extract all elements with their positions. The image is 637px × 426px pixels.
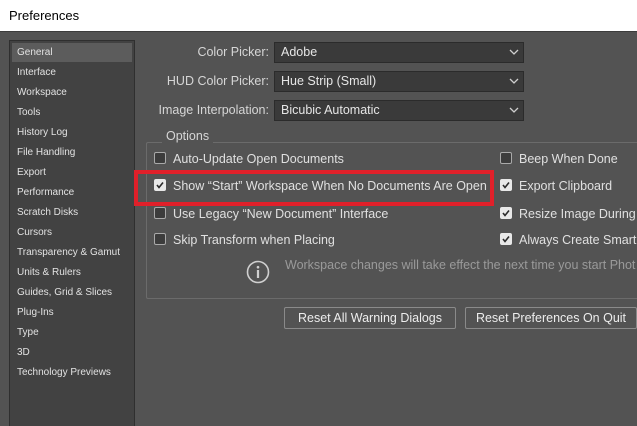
window-title: Preferences (9, 8, 80, 23)
checkbox-box (154, 233, 166, 245)
sidebar-item-history-log[interactable]: History Log (12, 123, 132, 142)
image-interpolation-label: Image Interpolation: (158, 103, 270, 117)
color-picker-value: Adobe (281, 45, 318, 59)
checkbox-box-checked (500, 207, 512, 219)
chevron-down-icon (509, 107, 519, 113)
color-picker-select[interactable]: Adobe (274, 42, 524, 63)
sidebar-item-cursors[interactable]: Cursors (12, 223, 132, 242)
sidebar-item-export[interactable]: Export (12, 163, 132, 182)
checkbox-label: Export Clipboard (519, 179, 613, 193)
hud-color-picker-value: Hue Strip (Small) (281, 74, 377, 88)
sidebar-item-tools[interactable]: Tools (12, 103, 132, 122)
sidebar-item-workspace[interactable]: Workspace (12, 83, 132, 102)
sidebar-item-interface[interactable]: Interface (12, 63, 132, 82)
chevron-down-icon (509, 49, 519, 55)
checkbox-box (154, 152, 166, 164)
checkmark-icon (502, 182, 510, 189)
checkmark-icon (502, 236, 510, 243)
checkbox-box (154, 207, 166, 219)
checkbox-box-checked (500, 233, 512, 245)
window-titlebar: Preferences (0, 0, 637, 32)
hud-color-picker-label: HUD Color Picker: (166, 74, 269, 88)
info-icon (246, 260, 270, 284)
sidebar-item-scratch-disks[interactable]: Scratch Disks (12, 203, 132, 222)
hud-color-picker-select[interactable]: Hue Strip (Small) (274, 71, 524, 92)
sidebar-item-general[interactable]: General (12, 43, 132, 62)
sidebar-item-units-rulers[interactable]: Units & Rulers (12, 263, 132, 282)
chevron-down-icon (509, 78, 519, 84)
sidebar-item-type[interactable]: Type (12, 323, 132, 342)
sidebar-item-technology-previews[interactable]: Technology Previews (12, 363, 132, 382)
image-interpolation-value: Bicubic Automatic (281, 103, 380, 117)
color-picker-label: Color Picker: (197, 45, 269, 59)
checkbox-label: Auto-Update Open Documents (173, 152, 344, 166)
options-group-title: Options (162, 128, 214, 144)
checkbox-label: Skip Transform when Placing (173, 233, 335, 247)
sidebar-item-transparency-gamut[interactable]: Transparency & Gamut (12, 243, 132, 262)
preferences-sidebar: General Interface Workspace Tools Histor… (9, 40, 135, 426)
checkmark-icon (502, 210, 510, 217)
checkbox-label: Use Legacy “New Document” Interface (173, 207, 389, 221)
sidebar-item-file-handling[interactable]: File Handling (12, 143, 132, 162)
sidebar-item-guides-grid-slices[interactable]: Guides, Grid & Slices (12, 283, 132, 302)
checkbox-label: Beep When Done (519, 152, 618, 166)
checkbox-box (500, 152, 512, 164)
image-interpolation-select[interactable]: Bicubic Automatic (274, 100, 524, 121)
reset-preferences-on-quit-button[interactable]: Reset Preferences On Quit (465, 307, 637, 329)
checkbox-label: Always Create Smart (519, 233, 637, 247)
reset-all-warning-dialogs-button[interactable]: Reset All Warning Dialogs (284, 307, 456, 329)
red-highlight-annotation (134, 170, 494, 206)
sidebar-item-performance[interactable]: Performance (12, 183, 132, 202)
sidebar-item-3d[interactable]: 3D (12, 343, 132, 362)
checkbox-label: Resize Image During (519, 207, 636, 221)
sidebar-item-plug-ins[interactable]: Plug-Ins (12, 303, 132, 322)
preferences-main-panel: Color Picker: Adobe HUD Color Picker: Hu… (134, 32, 637, 426)
checkbox-box-checked (500, 179, 512, 191)
workspace-info-text: Workspace changes will take effect the n… (285, 258, 636, 272)
